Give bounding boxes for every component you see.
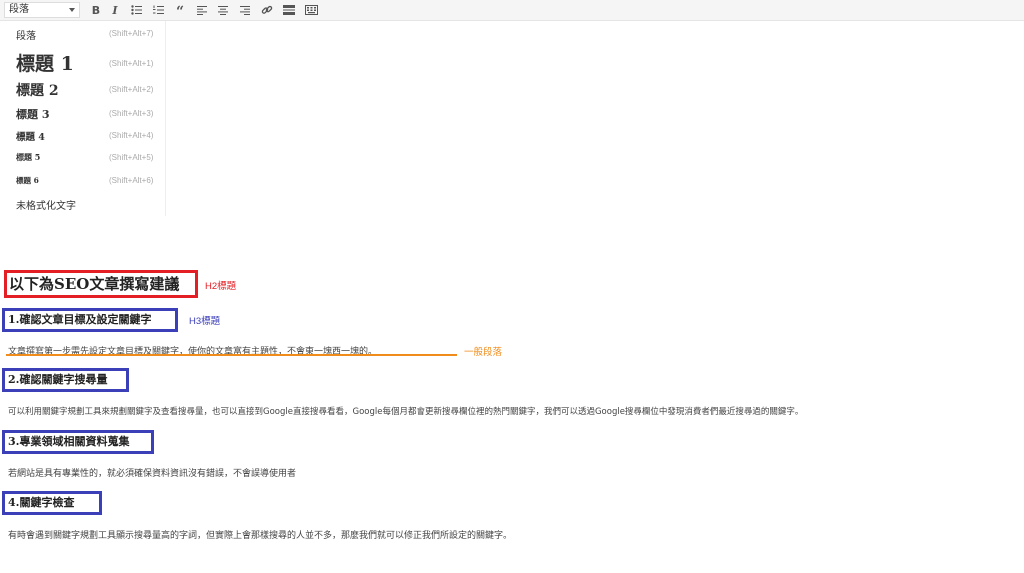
bold-button[interactable]: B bbox=[88, 2, 104, 18]
paragraph-underline bbox=[6, 354, 457, 356]
align-center-button[interactable] bbox=[215, 2, 231, 18]
format-select-value: 段落 bbox=[9, 4, 29, 15]
numbered-list-button[interactable] bbox=[150, 2, 166, 18]
content-heading-3[interactable]: 1.確認文章目標及設定關鍵字 bbox=[8, 313, 151, 327]
format-option-heading-3[interactable]: 標題 3 (Shift+Alt+3) bbox=[16, 106, 166, 122]
align-right-icon bbox=[240, 5, 250, 15]
content-paragraph[interactable]: 可以利用關鍵字規劃工具來規劃關鍵字及查看搜尋量，也可以直接到Google直接搜尋… bbox=[8, 405, 803, 417]
content-paragraph[interactable]: 若網站是具有專業性的，就必須確保資料資訊沒有錯誤，不會誤導使用者 bbox=[8, 466, 296, 479]
align-left-button[interactable] bbox=[194, 2, 210, 18]
format-option-label: 標題 4 bbox=[16, 132, 45, 143]
format-option-label: 標題 6 bbox=[16, 176, 39, 185]
format-option-label: 標題 5 bbox=[16, 152, 41, 162]
bullet-list-button[interactable] bbox=[128, 2, 144, 18]
format-option-shortcut: (Shift+Alt+6) bbox=[109, 176, 154, 185]
format-option-shortcut: (Shift+Alt+2) bbox=[109, 85, 154, 94]
align-right-button[interactable] bbox=[237, 2, 253, 18]
content-heading-2[interactable]: 以下為SEO文章撰寫建議 bbox=[9, 275, 179, 293]
format-option-heading-2[interactable]: 標題 2 (Shift+Alt+2) bbox=[16, 80, 166, 100]
format-select[interactable]: 段落 bbox=[4, 2, 80, 18]
chevron-down-icon bbox=[69, 8, 75, 12]
content-heading-3[interactable]: 3.專業領域相關資料蒐集 bbox=[8, 435, 129, 449]
format-option-shortcut: (Shift+Alt+5) bbox=[109, 153, 154, 162]
align-center-icon bbox=[218, 5, 228, 15]
format-option-label: 標題 1 bbox=[16, 53, 74, 75]
quote-icon: “ bbox=[175, 4, 185, 20]
link-icon bbox=[261, 5, 273, 14]
format-option-label: 標題 3 bbox=[16, 108, 50, 121]
format-option-shortcut: (Shift+Alt+1) bbox=[109, 59, 154, 68]
bullet-list-icon bbox=[130, 5, 142, 15]
format-option-preformatted[interactable]: 未格式化文字 bbox=[16, 197, 166, 212]
read-more-icon bbox=[283, 5, 295, 15]
italic-icon: I bbox=[112, 3, 118, 17]
read-more-button[interactable] bbox=[281, 2, 297, 18]
keyboard-icon bbox=[304, 5, 318, 15]
format-option-heading-1[interactable]: 標題 1 (Shift+Alt+1) bbox=[16, 49, 166, 75]
format-option-paragraph[interactable]: 段落 (Shift+Alt+7) bbox=[16, 27, 166, 42]
editor-toolbar: 段落 B I “ bbox=[0, 0, 1024, 21]
format-option-label: 段落 bbox=[16, 31, 36, 42]
paragraph-annotation: 一般段落 bbox=[464, 347, 503, 358]
format-option-shortcut: (Shift+Alt+4) bbox=[109, 131, 154, 140]
format-option-shortcut: (Shift+Alt+7) bbox=[109, 29, 154, 38]
content-heading-3[interactable]: 2.確認關鍵字搜尋量 bbox=[8, 373, 107, 387]
format-dropdown-menu: 段落 (Shift+Alt+7) 標題 1 (Shift+Alt+1) 標題 2… bbox=[4, 21, 166, 216]
numbered-list-icon bbox=[152, 5, 164, 14]
format-option-heading-5[interactable]: 標題 5 (Shift+Alt+5) bbox=[16, 152, 166, 165]
italic-button[interactable]: I bbox=[107, 2, 123, 18]
content-paragraph[interactable]: 有時會遇到關鍵字規劃工具顯示搜尋量高的字詞，但實際上會那樣搜尋的人並不多，那麼我… bbox=[8, 528, 512, 541]
h2-annotation: H2標題 bbox=[205, 281, 237, 292]
format-option-label: 未格式化文字 bbox=[16, 201, 76, 212]
h3-annotation: H3標題 bbox=[189, 316, 221, 327]
content-heading-3[interactable]: 4.關鍵字檢查 bbox=[8, 496, 74, 510]
format-option-shortcut: (Shift+Alt+3) bbox=[109, 109, 154, 118]
bold-icon: B bbox=[91, 3, 101, 17]
format-option-heading-4[interactable]: 標題 4 (Shift+Alt+4) bbox=[16, 129, 166, 143]
align-left-icon bbox=[197, 5, 207, 15]
format-option-heading-6[interactable]: 標題 6 (Shift+Alt+6) bbox=[16, 175, 166, 188]
format-option-label: 標題 2 bbox=[16, 83, 59, 99]
blockquote-button[interactable]: “ bbox=[172, 2, 188, 20]
toolbar-toggle-button[interactable] bbox=[303, 2, 319, 18]
insert-link-button[interactable] bbox=[259, 2, 275, 18]
